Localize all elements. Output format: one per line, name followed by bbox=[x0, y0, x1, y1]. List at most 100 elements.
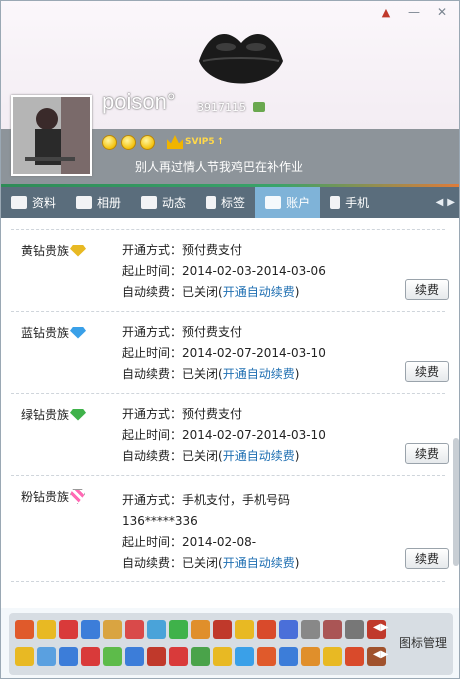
service-icon[interactable] bbox=[345, 620, 364, 639]
tab-label: 账户 bbox=[286, 196, 311, 210]
service-icon[interactable] bbox=[301, 620, 320, 639]
online-status-icon[interactable] bbox=[253, 102, 265, 112]
divider bbox=[11, 475, 445, 476]
profile-tabs: 资料 相册 动态 标签 账户 手机 ◀ ▶ bbox=[1, 187, 459, 218]
payment-method: 开通方式：手机支付，手机号码 bbox=[122, 493, 291, 507]
personal-signature[interactable]: 别人再过情人节我鸡巴在补作业 bbox=[135, 158, 303, 175]
avatar[interactable] bbox=[11, 95, 92, 176]
service-icon[interactable] bbox=[301, 647, 320, 666]
validity-period: 起止时间：2014-02-08- bbox=[122, 535, 257, 549]
level-sun-icon[interactable] bbox=[121, 135, 136, 150]
service-icon[interactable] bbox=[279, 620, 298, 639]
service-icon[interactable] bbox=[59, 647, 78, 666]
service-icon[interactable] bbox=[191, 620, 210, 639]
qq-profile-window: ▲ — ✕ poison° 3917115 SVIP5 ↑ 别人再过情人节我鸡巴… bbox=[0, 0, 460, 679]
service-icon[interactable] bbox=[235, 620, 254, 639]
chevron-right-icon[interactable]: ▶ bbox=[447, 197, 455, 208]
row-scroll-arrows[interactable]: ◀▶ bbox=[373, 622, 388, 633]
tab-scroll-arrows: ◀ ▶ bbox=[436, 187, 459, 218]
auto-renew: 自动续费：已关闭(开通自动续费) bbox=[122, 449, 300, 463]
tab-label: 资料 bbox=[32, 196, 57, 210]
service-icon[interactable] bbox=[235, 647, 254, 666]
enable-auto-renew-link[interactable]: 开通自动续费 bbox=[223, 449, 295, 463]
level-sun-icon[interactable] bbox=[102, 135, 117, 150]
validity-period: 起止时间：2014-02-07-2014-03-10 bbox=[122, 428, 326, 442]
tab-album[interactable]: 相册 bbox=[66, 187, 131, 218]
tab-label: 相册 bbox=[97, 196, 122, 210]
account-title: 黄钻贵族 bbox=[21, 242, 87, 259]
service-icon[interactable] bbox=[323, 620, 342, 639]
service-icon[interactable] bbox=[213, 647, 232, 666]
account-name: 蓝钻贵族 bbox=[21, 326, 70, 340]
service-icon[interactable] bbox=[345, 647, 364, 666]
pink-diamond-icon[interactable] bbox=[70, 489, 86, 504]
svip-label: SVIP5 bbox=[185, 137, 215, 147]
service-icon[interactable] bbox=[323, 647, 342, 666]
scrollbar-thumb[interactable] bbox=[453, 438, 459, 566]
service-icon[interactable] bbox=[147, 620, 166, 639]
payment-method: 开通方式：预付费支付 bbox=[122, 243, 243, 257]
tab-profile[interactable]: 资料 bbox=[1, 187, 66, 218]
green-diamond-icon[interactable] bbox=[70, 408, 87, 421]
service-icon[interactable] bbox=[81, 620, 100, 639]
service-icon[interactable] bbox=[191, 647, 210, 666]
service-icon[interactable] bbox=[37, 620, 56, 639]
tab-label: 标签 bbox=[221, 196, 246, 210]
service-icon-row bbox=[15, 620, 386, 639]
service-icon[interactable] bbox=[125, 620, 144, 639]
service-icon[interactable] bbox=[103, 620, 122, 639]
service-icon[interactable] bbox=[15, 647, 34, 666]
service-icon[interactable] bbox=[125, 647, 144, 666]
blue-diamond-icon[interactable] bbox=[70, 326, 87, 339]
renew-button[interactable]: 续费 bbox=[405, 279, 449, 300]
yellow-diamond-icon[interactable] bbox=[70, 244, 87, 257]
icon-manage-link[interactable]: 图标管理 bbox=[399, 634, 447, 651]
feed-list-icon bbox=[141, 196, 158, 209]
service-icon[interactable] bbox=[147, 647, 166, 666]
service-icon[interactable] bbox=[257, 620, 276, 639]
service-icon[interactable] bbox=[81, 647, 100, 666]
chevron-left-icon[interactable]: ◀ bbox=[436, 197, 444, 208]
account-name: 黄钻贵族 bbox=[21, 244, 70, 258]
service-icon[interactable] bbox=[59, 620, 78, 639]
divider bbox=[11, 229, 445, 230]
service-icon-row bbox=[15, 647, 386, 666]
nickname: poison° bbox=[102, 89, 176, 114]
close-icon[interactable]: ✕ bbox=[429, 3, 455, 21]
renew-button[interactable]: 续费 bbox=[405, 443, 449, 464]
minimize-icon[interactable]: — bbox=[401, 3, 427, 21]
enable-auto-renew-link[interactable]: 开通自动续费 bbox=[223, 556, 295, 570]
phone-icon bbox=[330, 196, 341, 209]
tab-label: 动态 bbox=[162, 196, 187, 210]
service-icon[interactable] bbox=[37, 647, 56, 666]
row-scroll-arrows[interactable]: ◀▶ bbox=[373, 649, 388, 660]
tab-account[interactable]: 账户 bbox=[255, 187, 321, 218]
service-icon[interactable] bbox=[257, 647, 276, 666]
tab-feed[interactable]: 动态 bbox=[131, 187, 196, 218]
service-icon[interactable] bbox=[213, 620, 232, 639]
level-badges bbox=[102, 135, 155, 150]
renew-button[interactable]: 续费 bbox=[405, 548, 449, 569]
profile-header: ▲ — ✕ poison° 3917115 SVIP5 ↑ 别人再过情人节我鸡巴… bbox=[1, 1, 459, 187]
service-icon[interactable] bbox=[15, 620, 34, 639]
profile-card-icon bbox=[11, 196, 27, 209]
enable-auto-renew-link[interactable]: 开通自动续费 bbox=[223, 367, 295, 381]
renew-button[interactable]: 续费 bbox=[405, 361, 449, 382]
account-list: 黄钻贵族 开通方式：预付费支付 起止时间：2014-02-03-2014-03-… bbox=[1, 218, 459, 608]
divider bbox=[11, 311, 445, 312]
enable-auto-renew-link[interactable]: 开通自动续费 bbox=[223, 285, 295, 299]
svip-badge[interactable]: SVIP5 ↑ bbox=[167, 135, 224, 149]
level-sun-icon[interactable] bbox=[140, 135, 155, 150]
service-icon[interactable] bbox=[279, 647, 298, 666]
service-icon[interactable] bbox=[169, 620, 188, 639]
service-icon-bar: ◀▶ ◀▶ 图标管理 bbox=[9, 613, 453, 675]
service-icon[interactable] bbox=[103, 647, 122, 666]
bookmark-icon bbox=[206, 196, 217, 209]
tab-tags[interactable]: 标签 bbox=[196, 187, 255, 218]
divider bbox=[11, 393, 445, 394]
pin-icon[interactable]: ▲ bbox=[373, 3, 399, 21]
window-controls: ▲ — ✕ bbox=[373, 3, 455, 21]
tab-phone[interactable]: 手机 bbox=[320, 187, 379, 218]
service-icon[interactable] bbox=[169, 647, 188, 666]
photo-album-icon bbox=[76, 196, 93, 209]
